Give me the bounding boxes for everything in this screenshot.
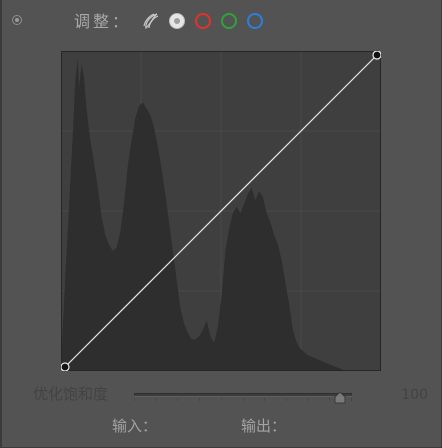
tone-curve-editor[interactable]	[61, 51, 381, 371]
slider-tick	[177, 398, 179, 401]
saturation-slider-ticks	[134, 398, 352, 402]
output-readout-label: 输出：	[241, 417, 287, 435]
slider-tick	[285, 398, 287, 401]
slider-tick	[264, 398, 266, 401]
adjust-label: 调整：	[74, 12, 132, 31]
slider-tick	[307, 398, 309, 401]
green-channel-button[interactable]	[221, 13, 237, 29]
slider-tick	[351, 398, 352, 401]
curve-control-point[interactable]	[372, 51, 381, 60]
slider-tick	[155, 398, 157, 401]
red-channel-button[interactable]	[195, 13, 211, 29]
slider-tick	[199, 398, 201, 401]
saturation-value[interactable]: 100	[388, 386, 428, 404]
luminance-channel-button[interactable]	[169, 13, 185, 29]
curve-graph[interactable]	[61, 51, 381, 371]
slider-tick	[220, 398, 222, 401]
curve-control-point[interactable]	[61, 362, 70, 371]
rgb-composite-icon	[143, 13, 159, 30]
saturation-slider[interactable]	[134, 391, 352, 404]
panel-toggle-icon[interactable]	[12, 15, 22, 25]
panel-border-left	[0, 0, 2, 448]
input-readout-label: 输入：	[112, 417, 158, 435]
saturation-label: 优化饱和度	[33, 385, 109, 403]
slider-tick	[329, 398, 331, 401]
rgb-composite-channel-button[interactable]	[143, 13, 159, 30]
slider-tick	[242, 398, 244, 401]
slider-tick	[134, 398, 135, 401]
blue-channel-button[interactable]	[247, 13, 263, 29]
tone-curve-panel: 调整： 优化饱和度 100 输入： 输出：	[0, 0, 442, 448]
